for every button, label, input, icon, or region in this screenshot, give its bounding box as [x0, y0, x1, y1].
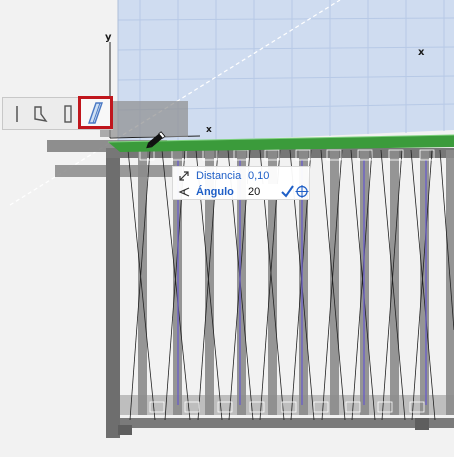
3d-viewport[interactable]: y x x Distancia 0,10 Ángulo 20: [0, 0, 454, 452]
distance-value[interactable]: 0,10: [248, 170, 269, 182]
coordinate-tracker: Distancia 0,10 Ángulo: [172, 166, 310, 200]
railing-3d-model: [0, 0, 454, 452]
angle-input[interactable]: [246, 184, 284, 199]
crosshair-target-icon[interactable]: [295, 184, 309, 199]
single-line-icon: [16, 106, 18, 122]
distance-arrows-icon: [179, 171, 189, 181]
rectangle-shape-icon: [64, 105, 72, 123]
bent-shape-icon: [34, 106, 48, 122]
x-axis-label: x: [418, 47, 425, 58]
x-axis-label-small: x: [206, 125, 212, 135]
railing-shape-toolbar: [2, 96, 113, 130]
angle-label: Ángulo: [196, 186, 234, 198]
angle-icon: [178, 187, 190, 197]
y-axis-label: y: [105, 32, 112, 43]
slanted-shape-icon: [88, 102, 103, 124]
confirm-checkmark-icon[interactable]: [281, 184, 294, 199]
tool-slanted-shape[interactable]: [78, 96, 113, 129]
distance-label: Distancia: [196, 170, 242, 182]
tool-rectangle-shape[interactable]: [56, 101, 80, 127]
tracker-row-angle: Ángulo: [173, 184, 309, 200]
tracker-row-distance: Distancia 0,10: [173, 168, 309, 184]
tool-single-line[interactable]: [5, 101, 29, 127]
tool-bent-shape[interactable]: [28, 101, 52, 127]
